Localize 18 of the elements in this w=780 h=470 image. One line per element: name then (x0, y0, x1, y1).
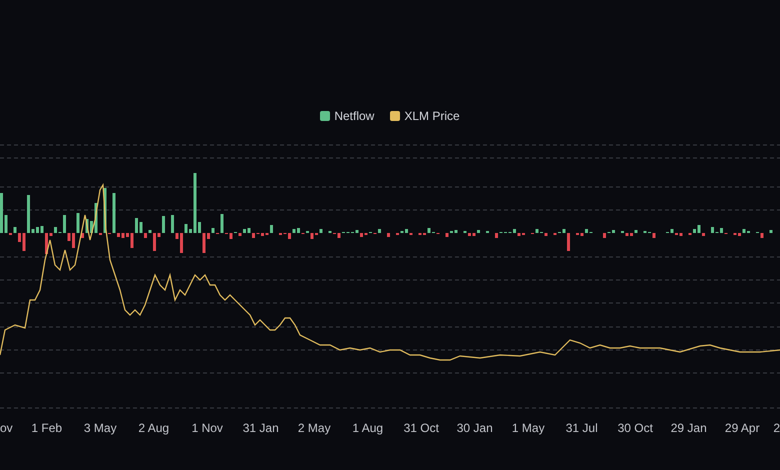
x-axis-label: 1 May (512, 421, 545, 435)
x-axis-label: 31 Oct (404, 421, 439, 435)
x-axis-label: 2 May (298, 421, 331, 435)
x-axis-label: 30 Jan (456, 421, 493, 435)
x-axis-label: 3 May (84, 421, 117, 435)
x-axis-label: ov (0, 421, 13, 435)
x-axis-label: 2 Aug (138, 421, 170, 435)
x-axis-label: 1 Aug (352, 421, 384, 435)
legend-label: XLM Price (404, 108, 460, 125)
x-axis-label: 29 Apr (724, 421, 760, 435)
x-axis-label: 1 Nov (192, 421, 223, 435)
x-axis-label: 29 Jan (670, 421, 707, 435)
x-axis-label: 2 (773, 421, 780, 435)
legend-label: Netflow (334, 108, 374, 125)
x-axis-label: 30 Oct (618, 421, 653, 435)
x-axis-label: 31 Jan (242, 421, 279, 435)
x-axis-label: 31 Jul (566, 421, 598, 435)
x-axis-label: 1 Feb (31, 421, 62, 435)
